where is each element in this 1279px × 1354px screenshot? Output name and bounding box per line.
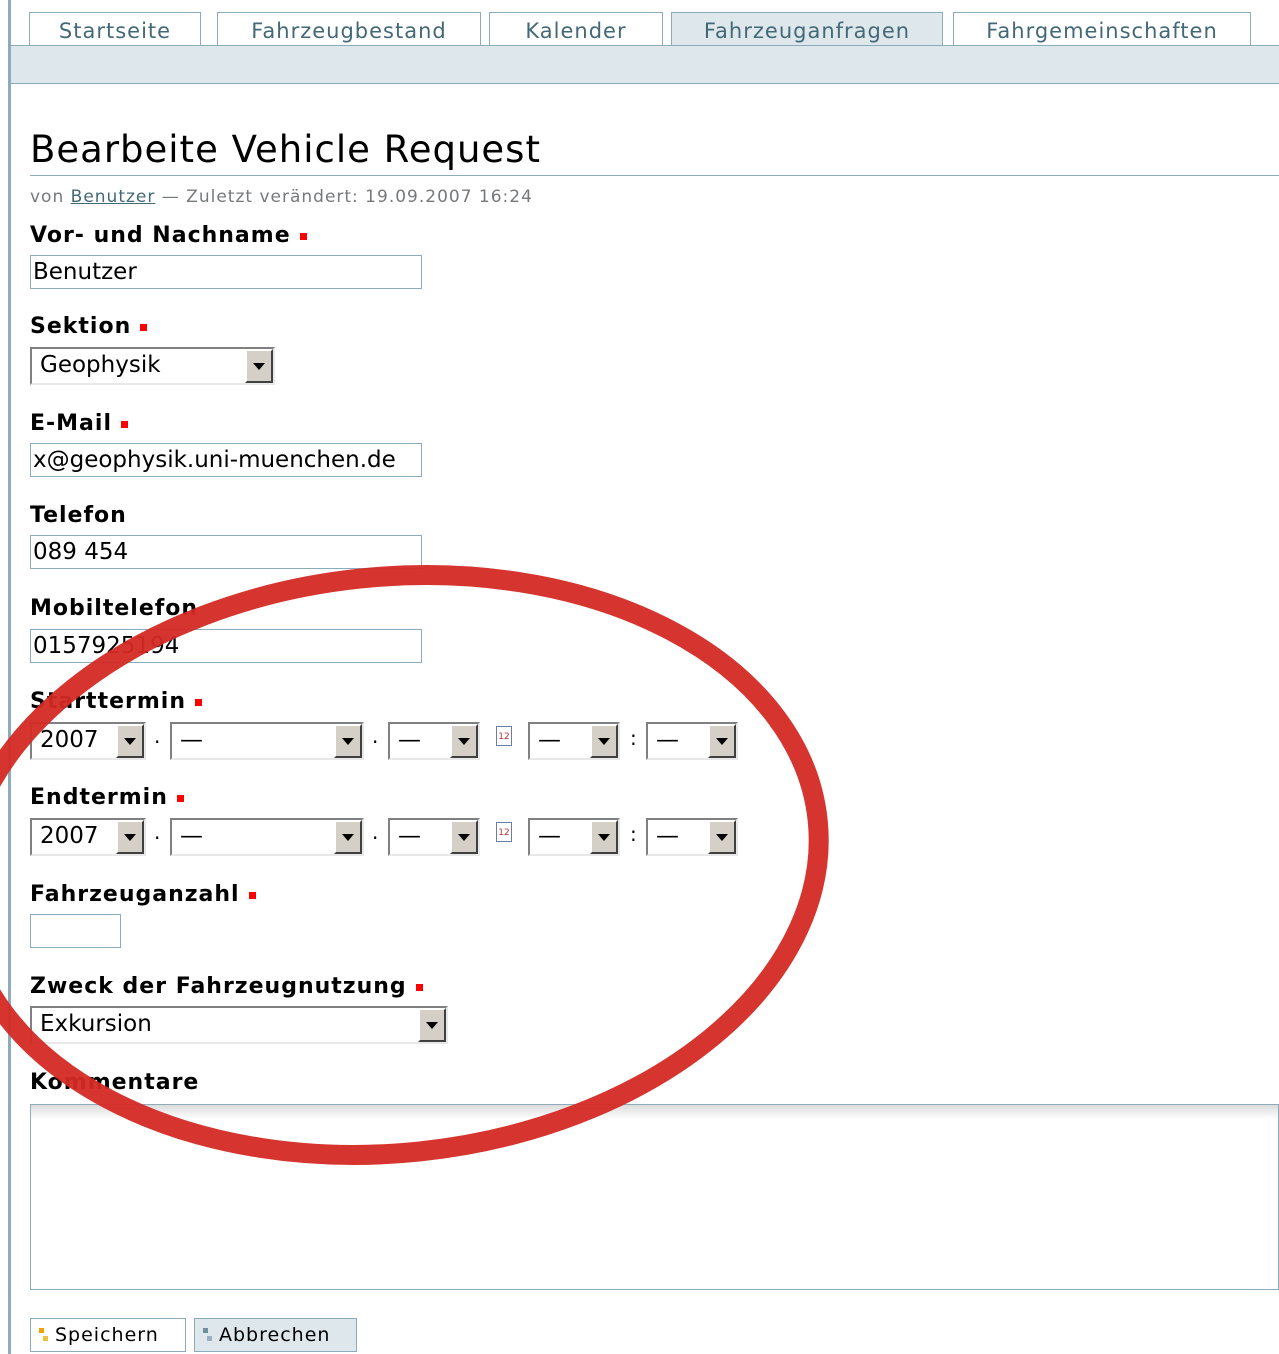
start-date-label: Starttermin [30, 689, 202, 714]
cancel-button[interactable]: Abbrechen [194, 1318, 357, 1352]
email-field[interactable]: x@geophysik.uni-muenchen.de [30, 443, 422, 477]
comments-textarea[interactable] [30, 1104, 1279, 1290]
mobile-field[interactable]: 0157925194 [30, 629, 422, 663]
calendar-icon[interactable]: 12 [496, 726, 512, 746]
arrow-icon [203, 1327, 213, 1343]
byline-modified: — Zuletzt verändert: 19.09.2007 16:24 [161, 187, 533, 207]
start-month-select[interactable]: — [170, 722, 364, 760]
chevron-down-icon[interactable] [708, 724, 736, 758]
mobile-label: Mobiltelefon [30, 596, 199, 621]
save-button[interactable]: Speichern [30, 1318, 186, 1352]
comments-label: Kommentare [30, 1070, 200, 1095]
chevron-down-icon[interactable] [334, 724, 362, 758]
byline-prefix: von [30, 187, 65, 207]
email-label: E-Mail [30, 411, 128, 436]
start-day-select[interactable]: — [388, 722, 480, 760]
chevron-down-icon[interactable] [590, 820, 618, 854]
section-value: Geophysik [40, 352, 161, 378]
tab-fahrzeugbestand[interactable]: Fahrzeugbestand [217, 12, 481, 45]
end-year-select[interactable]: 2007 [30, 818, 146, 856]
page-title: Bearbeite Vehicle Request [30, 128, 541, 171]
required-marker [195, 698, 202, 706]
date-separator: · [154, 730, 161, 754]
left-border [8, 0, 11, 1354]
chevron-down-icon[interactable] [418, 1008, 446, 1042]
purpose-select[interactable]: Exkursion [30, 1006, 448, 1044]
cancel-button-label: Abbrechen [219, 1324, 331, 1346]
author-link[interactable]: Benutzer [71, 187, 156, 207]
required-marker [248, 891, 256, 899]
start-hour-select[interactable]: — [528, 722, 620, 760]
chevron-down-icon[interactable] [245, 349, 273, 383]
save-button-label: Speichern [55, 1324, 159, 1346]
required-marker [299, 232, 307, 240]
date-separator: · [154, 826, 161, 850]
section-label: Sektion [30, 314, 148, 339]
phone-label: Telefon [30, 503, 127, 528]
required-marker [176, 794, 184, 802]
start-year-select[interactable]: 2007 [30, 722, 146, 760]
section-select[interactable]: Geophysik [30, 347, 275, 385]
date-separator: · [372, 730, 379, 754]
name-field[interactable]: Benutzer [30, 255, 422, 289]
time-separator: : [630, 822, 637, 846]
tab-startseite[interactable]: Startseite [29, 12, 201, 45]
phone-field[interactable]: 089 454 [30, 535, 422, 569]
tab-fahrzeuganfragen[interactable]: Fahrzeuganfragen [671, 12, 943, 45]
date-separator: · [372, 826, 379, 850]
end-date-label: Endtermin [30, 785, 184, 810]
chevron-down-icon[interactable] [590, 724, 618, 758]
chevron-down-icon[interactable] [450, 820, 478, 854]
chevron-down-icon[interactable] [334, 820, 362, 854]
start-minute-select[interactable]: — [646, 722, 738, 760]
chevron-down-icon[interactable] [708, 820, 736, 854]
sub-navigation-bar [11, 45, 1279, 84]
required-marker [120, 420, 128, 428]
tab-strip: Startseite Fahrzeugbestand Kalender Fahr… [11, 0, 1279, 45]
arrow-icon [39, 1327, 49, 1343]
chevron-down-icon[interactable] [116, 724, 144, 758]
calendar-icon[interactable]: 12 [496, 822, 512, 842]
chevron-down-icon[interactable] [116, 820, 144, 854]
tab-fahrgemeinschaften[interactable]: Fahrgemeinschaften [953, 12, 1251, 45]
purpose-label: Zweck der Fahrzeugnutzung [30, 974, 423, 999]
vehicle-count-label: Fahrzeuganzahl [30, 882, 256, 907]
time-separator: : [630, 726, 637, 750]
required-marker [140, 323, 148, 331]
chevron-down-icon[interactable] [450, 724, 478, 758]
end-minute-select[interactable]: — [646, 818, 738, 856]
end-day-select[interactable]: — [388, 818, 480, 856]
required-marker [415, 983, 423, 991]
tab-kalender[interactable]: Kalender [489, 12, 663, 45]
title-divider [30, 175, 1279, 176]
name-label: Vor- und Nachname [30, 223, 307, 248]
byline: von Benutzer — Zuletzt verändert: 19.09.… [30, 187, 533, 207]
vehicle-count-field[interactable] [30, 914, 121, 948]
end-month-select[interactable]: — [170, 818, 364, 856]
end-hour-select[interactable]: — [528, 818, 620, 856]
